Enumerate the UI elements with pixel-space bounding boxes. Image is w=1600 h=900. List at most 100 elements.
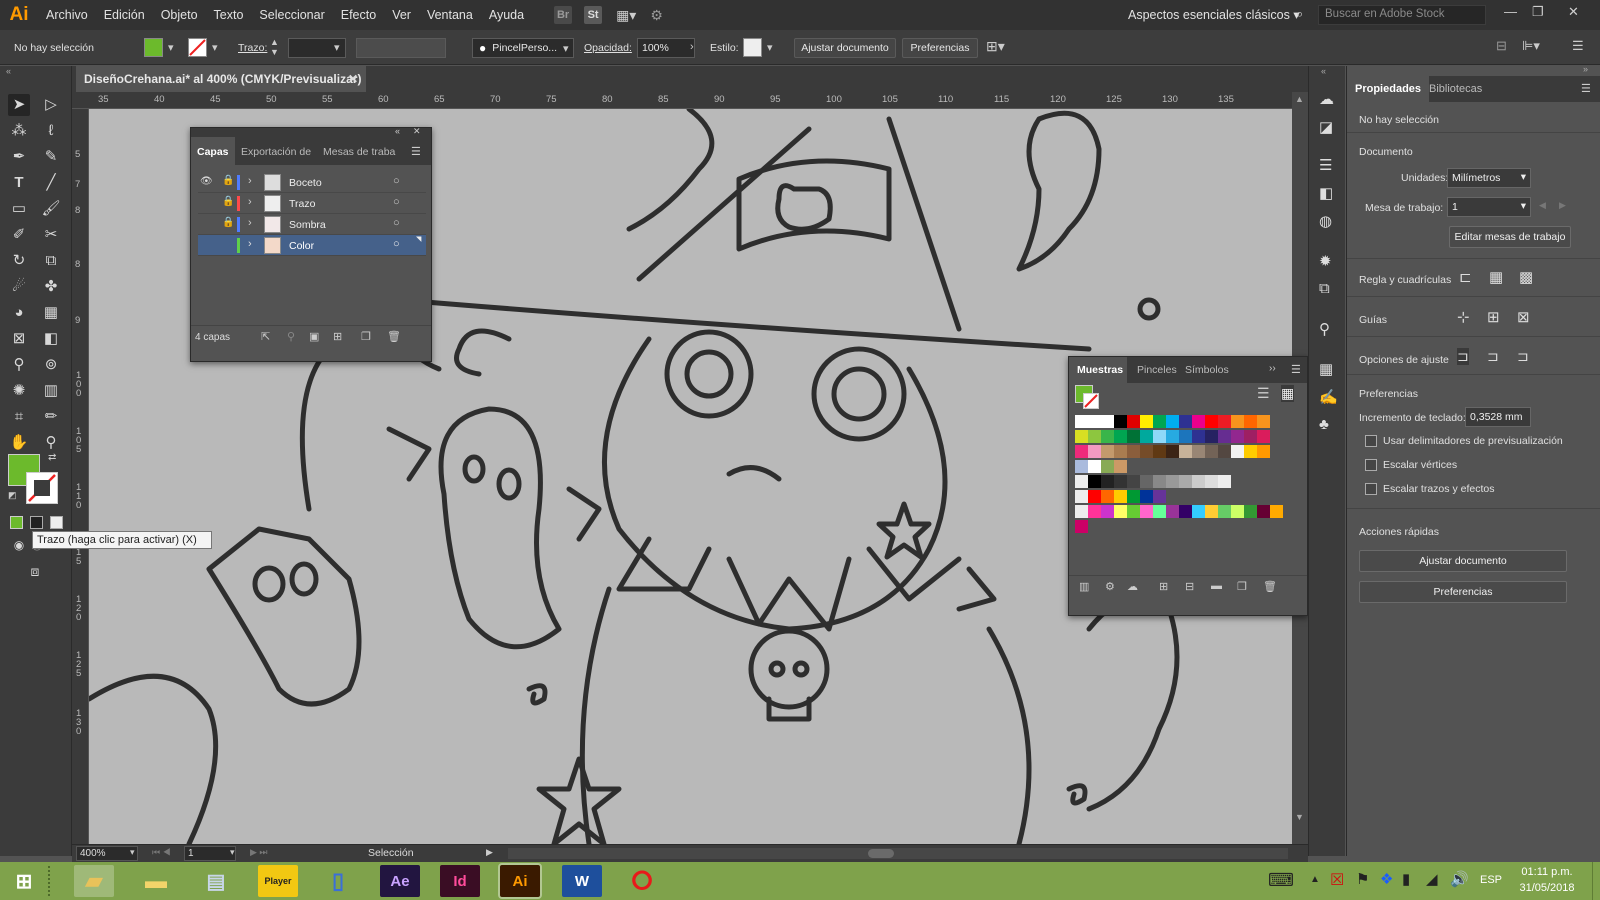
- guides-show-icon[interactable]: ⊹: [1457, 308, 1470, 326]
- color-swatch[interactable]: [1114, 430, 1127, 443]
- stroke-stepper-icon[interactable]: ▲ ▼: [270, 37, 279, 57]
- color-swatch[interactable]: [1166, 415, 1179, 428]
- swatch-libraries-icon[interactable]: ▥: [1079, 580, 1089, 593]
- show-desktop-button[interactable]: [1592, 862, 1600, 900]
- delete-layer-icon[interactable]: 🗑: [387, 330, 401, 343]
- blend-tool-icon[interactable]: ⊚: [40, 354, 62, 376]
- color-swatch[interactable]: [1179, 445, 1192, 458]
- panel-expand-icon[interactable]: ››: [1269, 363, 1276, 374]
- fit-document-button[interactable]: Ajustar documento: [794, 38, 896, 58]
- color-swatch[interactable]: [1218, 415, 1231, 428]
- folder-icon[interactable]: ▬: [1211, 580, 1222, 592]
- color-swatch[interactable]: [1231, 505, 1244, 518]
- guides-lock-icon[interactable]: ⊞: [1487, 308, 1500, 326]
- color-swatch[interactable]: [1244, 505, 1257, 518]
- color-swatch[interactable]: [1088, 415, 1101, 428]
- gpu-performance-icon[interactable]: ⚙: [650, 7, 663, 24]
- tab-pinceles[interactable]: Pinceles: [1137, 364, 1177, 376]
- color-swatch[interactable]: [1140, 445, 1153, 458]
- rotate-tool-icon[interactable]: ↻: [8, 250, 30, 272]
- color-swatch[interactable]: [1075, 430, 1088, 443]
- color-swatch[interactable]: [1075, 445, 1088, 458]
- color-swatch[interactable]: [1075, 490, 1088, 503]
- target-circle-icon[interactable]: ○: [393, 217, 400, 229]
- color-swatch[interactable]: [1205, 415, 1218, 428]
- color-mode-button[interactable]: [10, 516, 23, 529]
- stroke-weight-dropdown-icon[interactable]: ▾: [334, 41, 340, 54]
- scale-strokes-checkbox[interactable]: [1365, 483, 1377, 495]
- stroke-label[interactable]: Trazo:: [238, 42, 267, 54]
- screen-mode-icon[interactable]: ⧈: [24, 560, 46, 582]
- document-app-icon[interactable]: ▯: [318, 865, 358, 897]
- color-swatch[interactable]: [1166, 505, 1179, 518]
- first-artboard-icon[interactable]: ⏮ ◀: [152, 847, 171, 858]
- artboard-dropdown-icon[interactable]: ▾: [230, 847, 235, 858]
- zoom-dropdown-icon[interactable]: ▾: [130, 847, 135, 858]
- color-swatch[interactable]: [1140, 475, 1153, 488]
- selection-tool-icon[interactable]: ➤: [8, 94, 30, 116]
- artboard-tool-icon[interactable]: ⌗: [8, 406, 30, 428]
- magic-wand-tool-icon[interactable]: ⁂: [8, 120, 30, 142]
- close-document-icon[interactable]: ✕: [348, 72, 358, 86]
- color-swatch[interactable]: [1088, 475, 1101, 488]
- ruler-toggle-icon[interactable]: ⊏: [1459, 268, 1472, 286]
- color-swatch[interactable]: [1088, 505, 1101, 518]
- target-circle-icon[interactable]: ○: [393, 238, 400, 250]
- restore-icon[interactable]: ❐: [1532, 4, 1544, 20]
- color-swatch[interactable]: [1088, 445, 1101, 458]
- preview-bounds-checkbox[interactable]: [1365, 435, 1377, 447]
- layer-row[interactable]: 🔒 › Sombra ○: [198, 214, 426, 235]
- color-swatch[interactable]: [1244, 415, 1257, 428]
- panel-close-icon[interactable]: ✕: [413, 126, 421, 137]
- color-swatch[interactable]: [1127, 445, 1140, 458]
- transparency-panel-icon[interactable]: ◍: [1319, 212, 1332, 230]
- snap-grid-icon[interactable]: ⊐: [1517, 348, 1529, 365]
- color-swatch[interactable]: [1205, 430, 1218, 443]
- target-circle-icon[interactable]: ○: [393, 196, 400, 208]
- color-swatch[interactable]: [1179, 475, 1192, 488]
- cc-libraries-icon[interactable]: ☁: [1319, 90, 1334, 108]
- gradient-panel-icon[interactable]: ◧: [1319, 184, 1333, 202]
- eyedropper-tool-icon[interactable]: ⚲: [8, 354, 30, 376]
- expand-chevron-icon[interactable]: ›: [248, 175, 252, 187]
- grid-view-icon[interactable]: ▦: [1281, 385, 1295, 402]
- color-swatch[interactable]: [1101, 460, 1114, 473]
- color-swatch[interactable]: [1244, 430, 1257, 443]
- artboards-icon[interactable]: ◪: [1319, 118, 1333, 136]
- color-swatch[interactable]: [1114, 415, 1127, 428]
- indesign-icon[interactable]: Id: [440, 865, 480, 897]
- color-swatch[interactable]: [1244, 445, 1257, 458]
- expand-panels-icon[interactable]: »: [1583, 64, 1588, 74]
- flag-icon[interactable]: ⚑: [1356, 870, 1369, 888]
- document-tab[interactable]: DiseñoCrehana.ai* al 400% (CMYK/Previsua…: [76, 66, 366, 92]
- snap-point-icon[interactable]: ⊐: [1457, 348, 1469, 365]
- expand-chevron-icon[interactable]: ›: [248, 238, 252, 250]
- brush-definition[interactable]: ● PincelPerso... ▾: [472, 38, 574, 58]
- edit-artboards-button[interactable]: Editar mesas de trabajo: [1449, 226, 1571, 248]
- variable-width-profile[interactable]: [356, 38, 446, 58]
- tab-propiedades[interactable]: Propiedades: [1347, 76, 1430, 102]
- properties-menu-icon[interactable]: ☰: [1581, 82, 1591, 95]
- mesh-tool-icon[interactable]: ⊠: [8, 328, 30, 350]
- swatch-grid[interactable]: [1075, 415, 1301, 535]
- layer-row[interactable]: 🔒 › Trazo ○: [198, 193, 426, 214]
- menu-texto[interactable]: Texto: [206, 8, 252, 22]
- folder-icon[interactable]: ▬: [136, 865, 176, 897]
- column-graph-tool-icon[interactable]: ▥: [40, 380, 62, 402]
- color-swatch[interactable]: [1179, 415, 1192, 428]
- puppet-warp-tool-icon[interactable]: ✤: [40, 276, 62, 298]
- appearance-panel-icon[interactable]: ✹: [1319, 252, 1332, 270]
- color-swatch[interactable]: [1192, 415, 1205, 428]
- color-swatch[interactable]: [1075, 520, 1088, 533]
- menu-edicion[interactable]: Edición: [96, 8, 153, 22]
- color-swatch[interactable]: [1127, 490, 1140, 503]
- color-swatch[interactable]: [1101, 445, 1114, 458]
- last-artboard-icon[interactable]: ▶ ⏭: [250, 847, 268, 858]
- swatch-stroke-indicator[interactable]: [1083, 393, 1099, 409]
- color-swatch[interactable]: [1101, 430, 1114, 443]
- scroll-up-icon[interactable]: ▲: [1295, 94, 1304, 104]
- windows-start-icon[interactable]: ⊞: [4, 865, 44, 897]
- scale-tool-icon[interactable]: ⧉: [40, 250, 62, 272]
- prev-artboard-icon[interactable]: ◀: [1539, 200, 1546, 211]
- transparency-grid-icon[interactable]: ▩: [1519, 268, 1533, 286]
